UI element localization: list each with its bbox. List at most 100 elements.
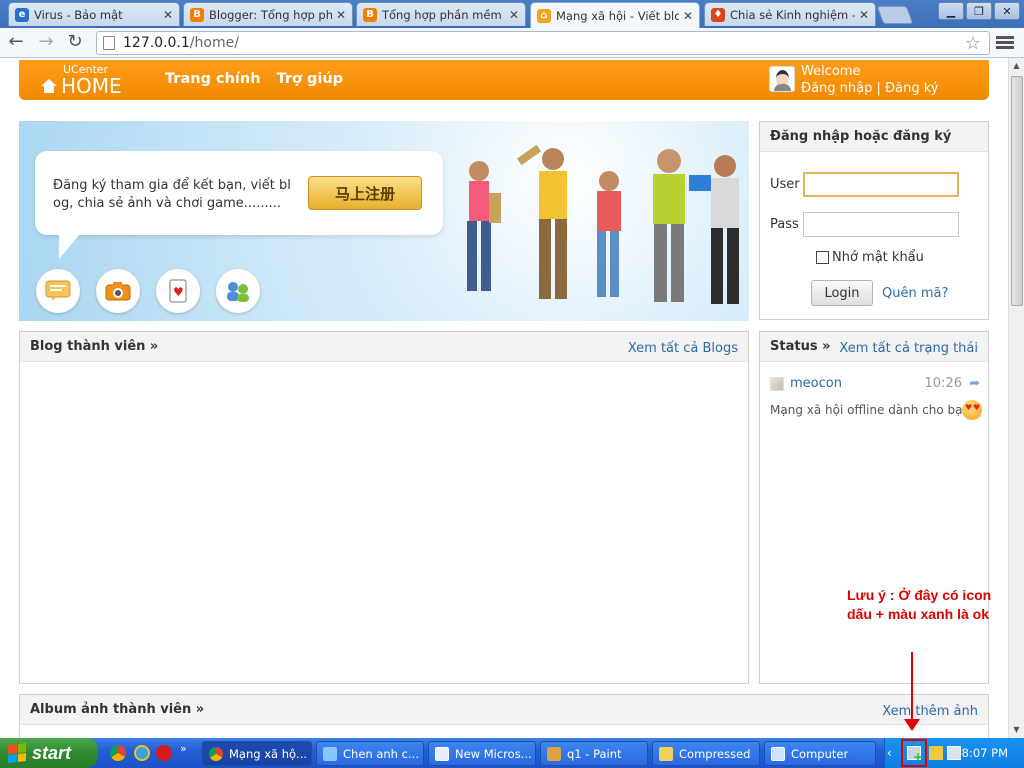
windows-flag-icon <box>8 743 26 763</box>
pass-label: Pass <box>770 217 799 232</box>
close-icon[interactable]: ✕ <box>683 9 693 23</box>
remember-label: Nhớ mật khẩu <box>832 250 924 265</box>
close-icon[interactable]: ✕ <box>509 8 519 22</box>
close-icon[interactable]: ✕ <box>163 8 173 22</box>
user-label: User <box>770 177 800 192</box>
login-title: Đăng nhập hoặc đăng ký <box>760 122 988 152</box>
home-icon: ⌂ <box>537 8 551 23</box>
nav-home[interactable]: Trang chính <box>165 71 261 87</box>
friends-icon[interactable] <box>216 269 260 313</box>
quicklaunch-overflow-icon[interactable]: » <box>180 742 187 755</box>
remember-me[interactable]: Nhớ mật khẩu <box>816 250 924 265</box>
tab-title: Blogger: Tổng hợp phần <box>209 7 332 22</box>
taskbar-chrome-window[interactable]: Mạng xã hộ... <box>202 741 312 766</box>
taskbar-computer-window[interactable]: Computer <box>764 741 876 766</box>
site-logo[interactable]: UCenter HOME <box>41 64 122 97</box>
status-user-link[interactable]: meocon <box>790 376 842 391</box>
reload-icon[interactable]: ↻ <box>63 32 87 54</box>
remember-checkbox[interactable] <box>816 251 829 264</box>
login-button[interactable]: Login <box>811 280 873 306</box>
people-illustration <box>467 144 739 304</box>
logo-big-text: HOME <box>61 74 122 98</box>
new-tab-button[interactable] <box>876 6 914 24</box>
blogs-title[interactable]: Blog thành viên » <box>30 339 158 354</box>
user-mini-avatar <box>770 376 784 391</box>
chrome-icon <box>209 746 223 761</box>
nav-help[interactable]: Trợ giúp <box>277 71 344 87</box>
tab-title: Mạng xã hội - Viết blog - <box>556 8 679 23</box>
back-arrow-icon[interactable]: ← <box>4 32 28 54</box>
status-title[interactable]: Status » <box>770 339 830 354</box>
user-input[interactable] <box>803 172 959 197</box>
bookmark-star-icon[interactable]: ☆ <box>965 33 981 54</box>
close-icon[interactable]: ✕ <box>336 8 346 22</box>
scroll-thumb[interactable] <box>1011 76 1023 306</box>
separator: | <box>876 81 881 96</box>
view-all-status-link[interactable]: Xem tất cả trạng thái <box>839 341 978 356</box>
status-time: 10:26 <box>924 376 962 391</box>
browser-tab-active[interactable]: ⌂ Mạng xã hội - Viết blog - ✕ <box>530 2 700 28</box>
login-link[interactable]: Đăng nhập <box>801 81 872 96</box>
password-input[interactable] <box>803 212 959 237</box>
annotation-arrow-line <box>911 652 913 724</box>
browser-toolbar: ← → ↻ 127.0.0.1/home/ ☆ <box>0 28 1024 58</box>
browser-tab-blogger[interactable]: B Blogger: Tổng hợp phần ✕ <box>183 2 353 26</box>
tray-computer-icon[interactable] <box>947 746 961 760</box>
ie-quicklaunch-icon[interactable] <box>134 745 150 761</box>
wrench-menu-icon[interactable] <box>996 34 1014 52</box>
tray-expand-icon[interactable]: ‹ <box>887 746 901 760</box>
vertical-scrollbar[interactable]: ▲ ▼ <box>1008 58 1024 738</box>
tray-app-icon[interactable] <box>929 746 943 760</box>
scroll-down-icon[interactable]: ▼ <box>1009 722 1024 738</box>
register-now-button[interactable]: 马上注册 <box>308 176 422 210</box>
start-button[interactable]: start <box>0 738 98 768</box>
status-panel: Status » Xem tất cả trạng thái meocon 10… <box>759 331 989 684</box>
view-more-photos-link[interactable]: Xem thêm ảnh <box>882 704 978 719</box>
tab-title: Tổng hợp phần mềm hay <box>382 7 505 22</box>
minimize-icon[interactable]: ▁ <box>938 2 964 20</box>
albums-title[interactable]: Album ảnh thành viên » <box>30 702 204 717</box>
page-viewport: UCenter HOME Trang chính Trợ giúp Welcom… <box>0 58 1008 738</box>
taskbar-editor-window[interactable]: Chen anh c... <box>316 741 424 766</box>
forward-arrow-icon[interactable]: → <box>34 32 58 54</box>
url-path: /home/ <box>189 35 239 51</box>
red-annotation-note: Lưu ý : Ở đây có icon dấu + màu xanh là … <box>847 587 992 622</box>
status-item: meocon 10:26 ➦ Mạng xã hội offline dành … <box>770 376 982 420</box>
view-all-blogs-link[interactable]: Xem tất cả Blogs <box>628 341 738 356</box>
close-icon[interactable]: ✕ <box>859 8 869 22</box>
share-arrow-icon[interactable]: ➦ <box>969 376 980 391</box>
ie-globe-icon: e <box>15 7 29 22</box>
browser-tab-virus[interactable]: e Virus - Bảo mật ✕ <box>8 2 180 26</box>
paint-icon <box>547 746 561 761</box>
taskbar-compressed-window[interactable]: Compressed <box>652 741 760 766</box>
camera-icon[interactable] <box>96 269 140 313</box>
avatar <box>769 66 795 92</box>
top-nav: Trang chính Trợ giúp <box>165 71 343 87</box>
taskbar-word-window[interactable]: New Micros... <box>428 741 536 766</box>
banner-text: Đăng ký tham gia để kết bạn, viết blog, … <box>53 178 291 211</box>
taskbar-label: Compressed <box>679 746 751 761</box>
scroll-up-icon[interactable]: ▲ <box>1009 58 1024 74</box>
taskbar-label: New Micros... <box>455 746 532 761</box>
address-bar[interactable]: 127.0.0.1/home/ ☆ <box>96 31 990 55</box>
forgot-password-link[interactable]: Quên mã? <box>882 286 948 301</box>
browser-tab-chiase[interactable]: ♦ Chia sẻ Kinh nghiệm - Thu ✕ <box>704 2 876 26</box>
member-albums-panel: Album ảnh thành viên » Xem thêm ảnh <box>19 694 989 738</box>
register-link[interactable]: Đăng ký <box>885 81 938 96</box>
message-icon[interactable] <box>36 269 80 313</box>
taskbar-label: q1 - Paint <box>567 746 622 761</box>
browser-tab-tonghop[interactable]: B Tổng hợp phần mềm hay ✕ <box>356 2 526 26</box>
card-game-icon[interactable]: ♥ <box>156 269 200 313</box>
home-icon <box>41 79 57 93</box>
restore-icon[interactable]: ❐ <box>966 2 992 20</box>
taskbar-label: Mạng xã hộ... <box>229 746 308 761</box>
page-icon <box>103 36 115 50</box>
welcome-text: Welcome <box>801 64 861 79</box>
taskbar-paint-window[interactable]: q1 - Paint <box>540 741 648 766</box>
tab-title: Virus - Bảo mật <box>34 7 123 22</box>
opera-quicklaunch-icon[interactable] <box>156 745 172 761</box>
chrome-quicklaunch-icon[interactable] <box>110 745 126 761</box>
close-window-icon[interactable]: ✕ <box>994 2 1020 20</box>
taskbar-label: Computer <box>791 746 849 761</box>
status-text: Mạng xã hội offline dành cho bạn <box>770 403 971 417</box>
